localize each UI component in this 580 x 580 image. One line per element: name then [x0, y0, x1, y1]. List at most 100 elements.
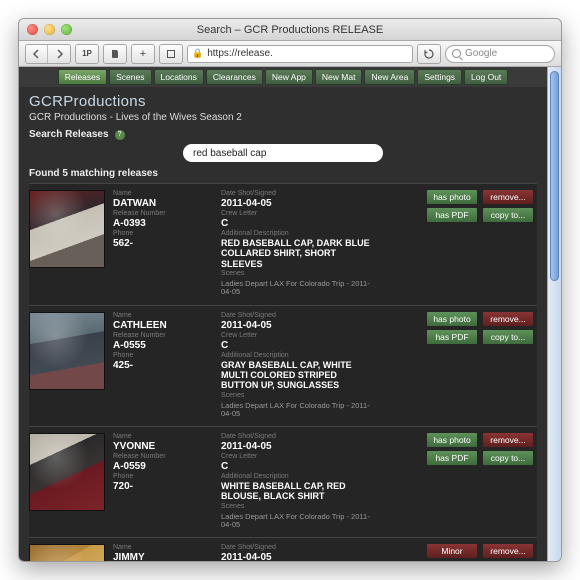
nav-clearances[interactable]: Clearances: [206, 69, 263, 85]
browser-window: Search – GCR Productions RELEASE 1P + 🔒 …: [18, 18, 562, 562]
box-icon[interactable]: [160, 45, 182, 63]
nav-locations[interactable]: Locations: [154, 69, 204, 85]
name-label: Name: [113, 312, 213, 319]
name-label: Name: [113, 544, 213, 551]
release-desc: WHITE BASEBALL CAP, RED BLOUSE, BLACK SH…: [221, 481, 371, 502]
project-subtitle: GCR Productions - Lives of the Wives Sea…: [29, 112, 537, 123]
search-icon: [452, 49, 461, 58]
remove-button[interactable]: remove...: [483, 190, 533, 204]
remove-button[interactable]: remove...: [483, 544, 533, 558]
nav-log-out[interactable]: Log Out: [464, 69, 508, 85]
app-navbar: ReleasesScenesLocationsClearancesNew App…: [19, 67, 547, 87]
release-name: JIMMY: [113, 552, 213, 561]
nav-buttons: [25, 44, 71, 64]
nav-new-area[interactable]: New Area: [364, 69, 415, 85]
minor-badge: Minor: [427, 544, 477, 558]
scrollbar-thumb[interactable]: [550, 71, 559, 281]
release-crew: C: [221, 340, 371, 351]
nav-releases[interactable]: Releases: [58, 69, 107, 85]
has-pdf-badge: has PDF: [427, 208, 477, 222]
release-desc: RED BASEBALL CAP, DARK BLUE COLLARED SHI…: [221, 238, 371, 269]
page: ReleasesScenesLocationsClearancesNew App…: [19, 67, 547, 561]
copy-to-button[interactable]: copy to...: [483, 208, 533, 222]
release-number: A-0555: [113, 340, 213, 351]
release-actions-col: has photo remove... has PDF copy to...: [379, 190, 533, 297]
release-actions-col: has photoremove... has PDFcopy to...: [379, 312, 533, 419]
forward-button[interactable]: [48, 45, 70, 63]
release-phone: 425-: [113, 360, 213, 371]
release-row: Name DATWAN Release Number A-0393 Phone …: [29, 183, 537, 305]
back-button[interactable]: [26, 45, 48, 63]
release-info-col: Name JIMMY Release Number A-0560 Phone 7…: [113, 544, 213, 561]
release-scene: Ladies Depart LAX For Colorado Trip - 20…: [221, 280, 371, 297]
close-icon[interactable]: [27, 24, 38, 35]
number-label: Release Number: [113, 453, 213, 460]
release-detail-col: Date Shot/Signed 2011-04-05 Crew Letter …: [221, 544, 371, 561]
scenes-label: Scenes: [221, 503, 371, 510]
search-input[interactable]: [193, 148, 373, 159]
release-detail-col: Date Shot/Signed 2011-04-05 Crew Letter …: [221, 190, 371, 297]
nav-new-mat[interactable]: New Mat: [315, 69, 363, 85]
titlebar: Search – GCR Productions RELEASE: [19, 19, 561, 41]
content-area: ReleasesScenesLocationsClearancesNew App…: [19, 67, 561, 561]
desc-label: Additional Description: [221, 230, 371, 237]
copy-to-button[interactable]: copy to...: [483, 451, 533, 465]
help-icon[interactable]: ?: [115, 130, 125, 140]
date-label: Date Shot/Signed: [221, 433, 371, 440]
release-list: Name DATWAN Release Number A-0393 Phone …: [29, 183, 537, 561]
lock-icon: 🔒: [192, 48, 203, 59]
nav-new-app[interactable]: New App: [265, 69, 313, 85]
release-scene: Ladies Depart LAX For Colorado Trip - 20…: [221, 513, 371, 530]
release-name: CATHLEEN: [113, 320, 213, 331]
nav-scenes[interactable]: Scenes: [109, 69, 151, 85]
release-date: 2011-04-05: [221, 320, 371, 331]
release-name: YVONNE: [113, 441, 213, 452]
release-date: 2011-04-05: [221, 198, 371, 209]
remove-button[interactable]: remove...: [483, 312, 533, 326]
address-bar[interactable]: 🔒 https://release.: [187, 45, 413, 63]
scrollbar-track[interactable]: [547, 67, 561, 561]
zoom-icon[interactable]: [61, 24, 72, 35]
page-inner: GCRProductions GCR Productions - Lives o…: [19, 87, 547, 561]
release-number: A-0559: [113, 461, 213, 472]
date-label: Date Shot/Signed: [221, 544, 371, 551]
nav-settings[interactable]: Settings: [417, 69, 462, 85]
scenes-label: Scenes: [221, 270, 371, 277]
has-photo-badge: has photo: [427, 190, 477, 204]
crew-label: Crew Letter: [221, 332, 371, 339]
release-crew: C: [221, 218, 371, 229]
release-name: DATWAN: [113, 198, 213, 209]
release-scene: Ladies Depart LAX For Colorado Trip - 20…: [221, 402, 371, 419]
release-info-col: Name CATHLEEN Release Number A-0555 Phon…: [113, 312, 213, 419]
search-label: Search Releases: [29, 129, 109, 140]
release-actions-col: Minorremove... has photocopy to... has P…: [379, 544, 533, 561]
date-label: Date Shot/Signed: [221, 312, 371, 319]
release-thumbnail[interactable]: [29, 433, 105, 511]
minimize-icon[interactable]: [44, 24, 55, 35]
browser-search[interactable]: Google: [445, 45, 555, 63]
onepassword-icon[interactable]: 1P: [76, 45, 98, 63]
date-label: Date Shot/Signed: [221, 190, 371, 197]
add-button[interactable]: +: [132, 45, 154, 63]
release-thumbnail[interactable]: [29, 312, 105, 390]
number-label: Release Number: [113, 210, 213, 217]
crew-label: Crew Letter: [221, 453, 371, 460]
release-thumbnail[interactable]: [29, 544, 105, 561]
copy-to-button[interactable]: copy to...: [483, 330, 533, 344]
search-section-header: Search Releases ?: [29, 129, 537, 140]
reload-button[interactable]: [418, 45, 440, 63]
number-label: Release Number: [113, 332, 213, 339]
desc-label: Additional Description: [221, 473, 371, 480]
scenes-label: Scenes: [221, 392, 371, 399]
name-label: Name: [113, 433, 213, 440]
evernote-icon[interactable]: [104, 45, 126, 63]
release-row: Name CATHLEEN Release Number A-0555 Phon…: [29, 305, 537, 427]
release-number: A-0393: [113, 218, 213, 229]
name-label: Name: [113, 190, 213, 197]
release-info-col: Name YVONNE Release Number A-0559 Phone …: [113, 433, 213, 529]
release-row: Name JIMMY Release Number A-0560 Phone 7…: [29, 537, 537, 561]
browser-toolbar: 1P + 🔒 https://release. Google: [19, 41, 561, 67]
release-thumbnail[interactable]: [29, 190, 105, 268]
crew-label: Crew Letter: [221, 210, 371, 217]
remove-button[interactable]: remove...: [483, 433, 533, 447]
